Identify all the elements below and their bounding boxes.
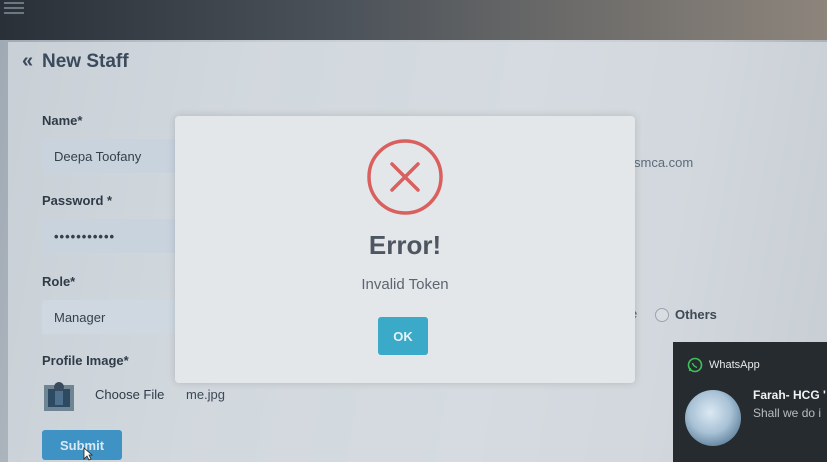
notification-sender: Farah- HCG '	[753, 388, 826, 402]
image-file-icon	[44, 382, 74, 411]
notification-app-name: WhatsApp	[709, 359, 760, 371]
email-field-fragment[interactable]: smca.com	[634, 155, 693, 170]
password-field-value: •••••••••••	[54, 228, 116, 244]
role-label: Role*	[42, 274, 76, 289]
whatsapp-notification[interactable]: WhatsApp Farah- HCG ' Shall we do i	[673, 342, 827, 462]
hamburger-menu-icon[interactable]	[4, 2, 24, 14]
selected-file-name: me.jpg	[186, 387, 226, 402]
ok-button-label: OK	[393, 328, 413, 344]
ok-button[interactable]: OK	[378, 317, 428, 355]
submit-button[interactable]: Submit	[42, 430, 122, 460]
dialog-title: Error!	[368, 230, 442, 260]
whatsapp-icon	[687, 357, 703, 373]
password-label: Password *	[42, 193, 113, 208]
gender-option-others-label: Others	[675, 307, 717, 322]
submit-button-label: Submit	[59, 437, 105, 453]
dialog-message: Invalid Token	[361, 276, 449, 293]
page-title: New Staff	[42, 51, 129, 72]
notification-preview: Shall we do i	[753, 406, 822, 420]
double-chevron-left-icon[interactable]: «	[22, 50, 33, 73]
choose-file-button[interactable]: Choose File	[95, 387, 164, 402]
gender-option-others[interactable]: Others	[655, 307, 717, 322]
name-label: Name*	[42, 113, 83, 128]
name-field-value: Deepa Toofany	[54, 148, 142, 164]
password-field[interactable]: •••••••••••	[42, 219, 182, 253]
error-dialog: Error! Invalid Token OK	[175, 116, 635, 383]
top-bezel	[0, 0, 827, 40]
name-field[interactable]: Deepa Toofany	[42, 139, 182, 173]
radio-others[interactable]	[655, 307, 669, 322]
profile-image-label: Profile Image*	[42, 353, 129, 368]
role-select-value: Manager	[54, 309, 106, 325]
role-select[interactable]: Manager	[42, 300, 182, 334]
mouse-cursor-icon	[83, 447, 93, 461]
avatar	[685, 390, 741, 446]
error-x-icon	[367, 139, 443, 215]
